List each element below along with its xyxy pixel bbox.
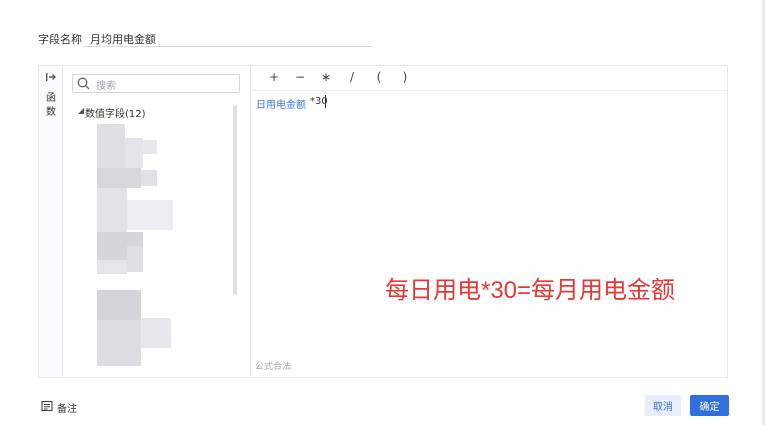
field-name-input[interactable]: 月均用电金额 — [90, 31, 156, 47]
field-list-scrollbar[interactable] — [233, 105, 237, 295]
field-name-label: 字段名称 — [38, 33, 82, 46]
panel-divider — [250, 66, 251, 377]
divide-button[interactable]: / — [345, 70, 359, 84]
blurred-field[interactable] — [125, 138, 143, 168]
blurred-field[interactable] — [97, 168, 141, 188]
blurred-field[interactable] — [127, 200, 173, 230]
confirm-button[interactable]: 确定 — [690, 395, 729, 416]
function-tab-label-1: 函 — [46, 93, 56, 104]
right-paren-button[interactable]: ) — [398, 70, 412, 84]
blurred-field[interactable] — [141, 170, 157, 186]
multiply-button[interactable]: ∗ — [319, 70, 333, 84]
tree-collapse-icon[interactable]: ◢ — [78, 106, 84, 115]
blurred-field[interactable] — [143, 140, 157, 154]
text-caret — [325, 95, 326, 108]
search-icon — [77, 77, 90, 90]
search-placeholder: 搜索 — [96, 81, 116, 92]
minus-button[interactable]: − — [293, 70, 307, 84]
function-tab-label-2: 数 — [46, 107, 56, 118]
blurred-field[interactable] — [97, 290, 141, 320]
note-icon[interactable] — [41, 400, 53, 412]
formula-annotation: 每日用电*30=每月用电金额 — [385, 277, 676, 304]
cancel-button[interactable]: 取消 — [645, 395, 681, 416]
note-button[interactable]: 备注 — [57, 400, 77, 415]
blurred-field[interactable] — [141, 318, 171, 348]
formula-field-token[interactable]: 日用电金额 — [256, 96, 306, 111]
function-tab[interactable]: 函 数 — [45, 92, 57, 120]
formula-valid-hint: 公式合法 — [255, 362, 292, 372]
numeric-fields-group[interactable]: 数值字段(12) — [85, 105, 146, 120]
left-paren-button[interactable]: ( — [372, 70, 386, 84]
plus-button[interactable]: + — [267, 70, 281, 84]
field-name-underline — [84, 46, 372, 47]
blurred-field[interactable] — [97, 260, 127, 274]
blurred-field[interactable] — [127, 246, 143, 272]
blurred-field[interactable] — [97, 188, 127, 232]
blurred-field[interactable] — [97, 320, 141, 366]
blurred-field[interactable] — [97, 124, 125, 168]
expand-panel-icon[interactable] — [45, 71, 57, 83]
